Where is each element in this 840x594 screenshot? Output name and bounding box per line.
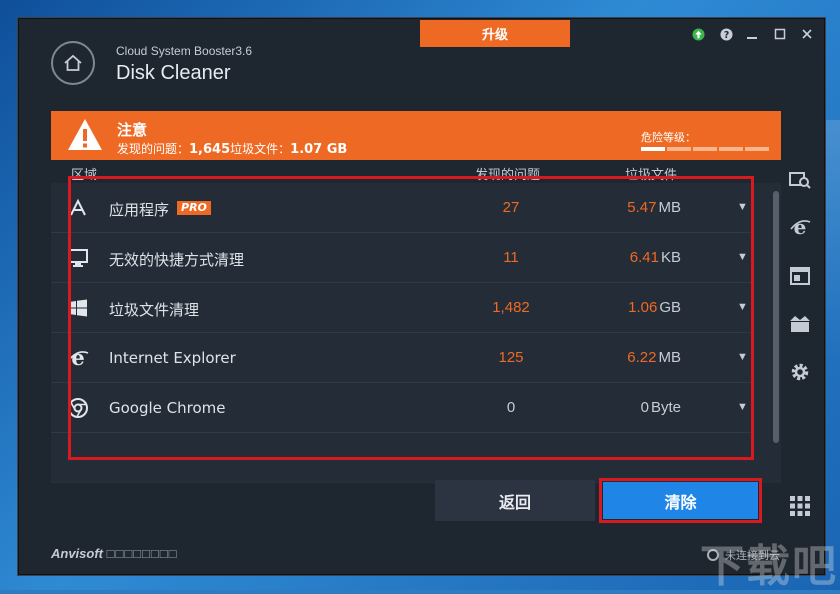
brand-logo: Anvisoft □□□□□□□□ [51, 546, 178, 561]
home-button[interactable] [51, 41, 95, 85]
apps-grid-icon[interactable] [789, 495, 811, 517]
danger-level-label: 危险等级： [641, 131, 696, 144]
danger-segment [745, 147, 769, 151]
google-chrome-icon [67, 397, 89, 419]
app-store-icon [67, 197, 89, 219]
chevron-down-icon[interactable]: ▼ [737, 351, 748, 363]
warning-icon [68, 119, 102, 150]
close-icon[interactable] [798, 25, 816, 43]
windows-logo-icon [67, 297, 89, 319]
danger-segment [693, 147, 717, 151]
upgrade-button[interactable]: 升级 [420, 20, 570, 47]
warning-title: 注意 [117, 121, 148, 139]
row-size: 1.06 GB [628, 299, 681, 316]
back-button[interactable]: 返回 [435, 480, 595, 521]
row-count: 125 [498, 349, 524, 366]
list-item[interactable]: 应用程序 PRO 27 5.47 MB ▼ [51, 183, 751, 233]
list-item-partial[interactable] [51, 433, 751, 483]
row-name: Google Chrome [109, 399, 226, 417]
row-name: 垃圾文件清理 [109, 301, 200, 319]
row-name: 应用程序 [109, 201, 170, 219]
window-manager-icon[interactable] [789, 265, 811, 287]
list-item[interactable]: e Internet Explorer 125 6.22 MB ▼ [51, 333, 751, 383]
chevron-down-icon[interactable]: ▼ [737, 301, 748, 313]
warning-summary: 发现的问题：1,645垃圾文件：1.07 GB [117, 142, 348, 157]
problem-count: 1,645 [189, 142, 231, 157]
row-size: 5.47 MB [627, 199, 681, 216]
chevron-down-icon[interactable]: ▼ [737, 401, 748, 413]
list-item[interactable]: 垃圾文件清理 1,482 1.06 GB ▼ [51, 283, 751, 333]
warning-banner: 注意 发现的问题：1,645垃圾文件：1.07 GB 危险等级： [51, 111, 781, 160]
row-count: 11 [503, 249, 519, 266]
svg-text:e: e [794, 216, 807, 238]
module-title: Disk Cleaner [116, 62, 231, 84]
scrollbar[interactable] [773, 191, 779, 443]
maximize-icon[interactable] [771, 25, 789, 43]
list-item[interactable]: Google Chrome 0 0 Byte ▼ [51, 383, 751, 433]
results-list: 应用程序 PRO 27 5.47 MB ▼ 无效的快捷方式清理 11 6.41 KB … [51, 183, 781, 483]
minimize-icon[interactable] [743, 25, 761, 43]
row-count: 0 [506, 399, 516, 416]
row-size: 6.41 KB [629, 249, 681, 266]
app-window: 升级 ? Cloud System Booster3.6 Disk Cleane… [18, 18, 825, 575]
monitor-icon [67, 247, 89, 269]
row-size: 6.22 MB [627, 349, 681, 366]
danger-segment [667, 147, 691, 151]
svg-text:e: e [71, 347, 84, 369]
svg-text:?: ? [723, 29, 728, 40]
chevron-down-icon[interactable]: ▼ [737, 251, 748, 263]
col-area: 区域 [71, 168, 98, 183]
danger-level-meter [641, 147, 769, 151]
pro-badge: PRO [177, 201, 211, 215]
row-count: 1,482 [492, 299, 530, 316]
table-header: 区域 发现的问题 垃圾文件 [51, 161, 781, 183]
row-name: Internet Explorer [109, 349, 236, 367]
row-count: 27 [502, 199, 520, 216]
watermark: 下载吧 [700, 541, 838, 592]
clean-button[interactable]: 清除 [599, 478, 762, 523]
row-size: 0 Byte [640, 399, 681, 416]
help-icon[interactable]: ? [717, 25, 735, 43]
row-name: 无效的快捷方式清理 [109, 251, 245, 269]
toolbox-icon[interactable] [789, 313, 811, 335]
list-item[interactable]: 无效的快捷方式清理 11 6.41 KB ▼ [51, 233, 751, 283]
scan-search-icon[interactable] [789, 169, 811, 191]
internet-explorer-icon: e [67, 347, 89, 369]
danger-segment [641, 147, 665, 151]
home-icon [64, 54, 82, 71]
total-size: 1.07 GB [290, 142, 348, 157]
danger-segment [719, 147, 743, 151]
internet-explorer-icon[interactable]: e [789, 216, 811, 238]
chevron-down-icon[interactable]: ▼ [737, 201, 748, 213]
col-files: 垃圾文件 [625, 168, 678, 183]
col-problems: 发现的问题 [475, 168, 541, 183]
app-name: Cloud System Booster3.6 [116, 44, 253, 58]
gear-icon[interactable] [789, 361, 811, 383]
update-icon[interactable] [689, 25, 707, 43]
